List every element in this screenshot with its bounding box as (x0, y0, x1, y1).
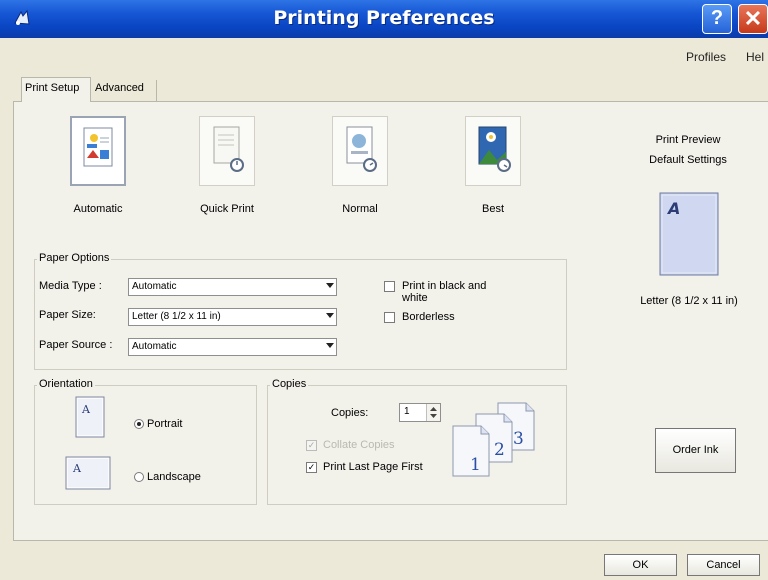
profiles-menu[interactable]: Profiles (686, 50, 726, 64)
order-ink-button[interactable]: Order Ink (655, 428, 736, 473)
media-type-label: Media Type : (39, 280, 102, 292)
paper-source-select[interactable]: Automatic (128, 338, 337, 356)
cancel-button[interactable]: Cancel (687, 554, 760, 576)
portrait-thumb-letter: A (81, 403, 91, 416)
print-preview-title: Print Preview (655, 134, 721, 146)
close-button[interactable]: ✕ (738, 4, 768, 34)
chevron-down-icon (326, 283, 334, 288)
page-number-2: 2 (494, 440, 505, 460)
print-last-page-first-label: Print Last Page First (323, 461, 423, 473)
preview-page: A (659, 192, 719, 276)
radio-dot (137, 422, 141, 426)
print-preview-heading: Print Preview Default Settings (633, 130, 743, 170)
chevron-down-icon (326, 343, 334, 348)
media-type-select[interactable]: Automatic (128, 278, 337, 296)
quality-quick-print-label: Quick Print (200, 203, 254, 215)
automatic-quality-icon (70, 116, 126, 186)
paper-options-label: Paper Options (37, 252, 112, 264)
collate-checkbox[interactable]: ✓ (306, 440, 317, 451)
quality-best-label: Best (481, 203, 504, 215)
tab-advanced[interactable]: Advanced (91, 80, 157, 101)
help-menu[interactable]: Hel (746, 50, 764, 64)
chevron-down-icon (326, 313, 334, 318)
landscape-page-icon: A (65, 456, 111, 490)
quality-automatic[interactable]: Automatic (58, 116, 138, 215)
print-last-page-first-checkbox[interactable]: ✓ (306, 462, 317, 473)
quality-normal[interactable]: Normal (320, 116, 400, 215)
portrait-label: Portrait (147, 418, 183, 430)
landscape-radio[interactable] (134, 472, 144, 482)
borderless-checkbox[interactable] (384, 312, 395, 323)
collate-label: Collate Copies (323, 439, 395, 451)
paper-size-value: Letter (8 1/2 x 11 in) (132, 311, 221, 322)
paper-size-select[interactable]: Letter (8 1/2 x 11 in) (128, 308, 337, 326)
window-title: Printing Preferences (273, 7, 495, 29)
landscape-label: Landscape (147, 471, 201, 483)
copies-group-label: Copies (270, 378, 309, 390)
black-and-white-label-line1: Print in black and (402, 280, 487, 292)
page-number-1: 1 (470, 455, 481, 475)
quality-automatic-label: Automatic (73, 203, 123, 215)
print-preview-subtitle: Default Settings (649, 154, 727, 166)
orientation-label: Orientation (37, 378, 95, 390)
title-bar: Printing Preferences (0, 0, 768, 38)
media-type-value: Automatic (132, 281, 177, 292)
copies-value: 1 (404, 406, 410, 417)
tab-print-setup[interactable]: Print Setup (21, 77, 91, 102)
preview-size-caption: Letter (8 1/2 x 11 in) (640, 295, 738, 307)
black-and-white-label: Print in black and white (402, 280, 486, 304)
paper-source-label: Paper Source : (39, 339, 113, 351)
black-and-white-checkbox[interactable] (384, 281, 395, 292)
normal-quality-icon (332, 116, 388, 186)
borderless-label: Borderless (402, 311, 455, 323)
copies-stepper[interactable]: 1 (399, 403, 441, 422)
portrait-radio[interactable] (134, 419, 144, 429)
stepper-buttons[interactable] (426, 404, 440, 421)
best-quality-icon (465, 116, 521, 186)
stepper-arrows-icon (430, 407, 437, 418)
preview-page-letter: A (666, 199, 680, 218)
help-button[interactable]: ? (702, 4, 732, 34)
quality-quick-print[interactable]: Quick Print (187, 116, 267, 215)
quick-print-icon (199, 116, 255, 186)
collated-pages-icon: 3 2 1 (452, 402, 535, 477)
paper-source-value: Automatic (132, 341, 177, 352)
quality-normal-label: Normal (342, 203, 378, 215)
copies-label: Copies: (331, 407, 369, 419)
portrait-page-icon: A (75, 396, 105, 438)
ok-button[interactable]: OK (604, 554, 677, 576)
landscape-thumb-letter: A (72, 462, 82, 475)
paper-size-label: Paper Size: (39, 309, 96, 321)
black-and-white-label-line2: white (402, 292, 428, 304)
page-number-3: 3 (513, 429, 524, 449)
menu-bar: Profiles Hel (0, 38, 768, 68)
quality-best[interactable]: Best (453, 116, 533, 215)
